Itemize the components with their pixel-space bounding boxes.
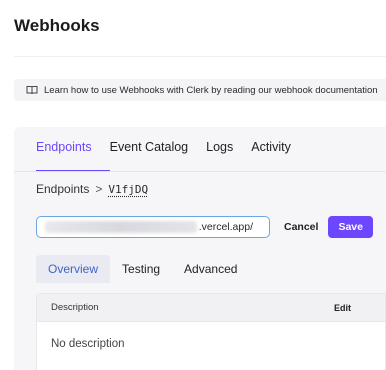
description-panel: Description Edit No description — [36, 293, 386, 370]
redacted-url — [45, 221, 197, 233]
subtab-testing[interactable]: Testing — [110, 255, 172, 283]
tab-event-catalog[interactable]: Event Catalog — [110, 140, 189, 166]
breadcrumb-endpoint-id[interactable]: V1fjDQ — [108, 183, 148, 196]
tab-activity[interactable]: Activity — [251, 140, 291, 166]
edit-description-button[interactable]: Edit — [334, 303, 351, 313]
breadcrumb: Endpoints > V1fjDQ — [36, 182, 148, 196]
breadcrumb-endpoints[interactable]: Endpoints — [36, 182, 89, 196]
sub-tabs: Overview Testing Advanced — [36, 255, 249, 283]
tabs-divider — [14, 171, 386, 172]
endpoint-url-input[interactable]: .vercel.app/ — [36, 216, 270, 238]
banner-text[interactable]: Learn how to use Webhooks with Clerk by … — [44, 85, 378, 96]
description-label: Description — [51, 302, 99, 313]
url-suffix: .vercel.app/ — [198, 221, 253, 233]
breadcrumb-separator: > — [95, 182, 103, 196]
cancel-button[interactable]: Cancel — [284, 221, 318, 233]
save-button[interactable]: Save — [328, 216, 373, 238]
book-icon — [26, 86, 38, 95]
tab-logs[interactable]: Logs — [206, 140, 233, 166]
main-tabs: Endpoints Event Catalog Logs Activity — [36, 140, 309, 166]
title-divider — [14, 56, 386, 57]
info-banner: Learn how to use Webhooks with Clerk by … — [14, 79, 386, 101]
subtab-overview[interactable]: Overview — [36, 255, 111, 283]
description-header: Description Edit — [37, 294, 385, 322]
tab-endpoints[interactable]: Endpoints — [36, 140, 92, 166]
subtab-advanced[interactable]: Advanced — [172, 255, 249, 283]
endpoint-url-row: .vercel.app/ Cancel Save — [36, 216, 373, 238]
description-text: No description — [51, 338, 125, 350]
page-title: Webhooks — [14, 16, 100, 35]
